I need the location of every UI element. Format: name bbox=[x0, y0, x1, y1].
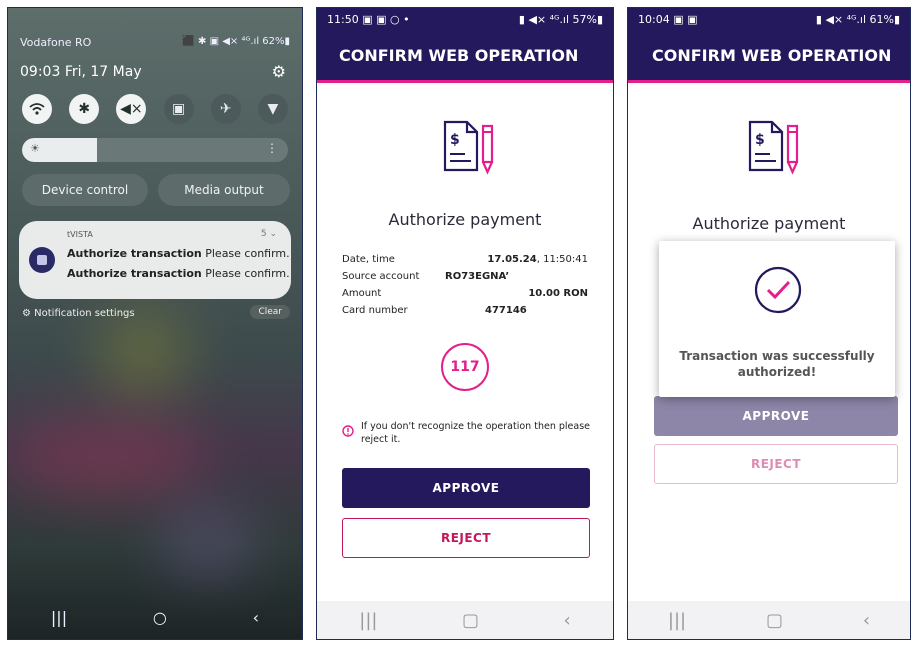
recent-apps-icon[interactable]: ||| bbox=[668, 610, 686, 631]
flashlight-icon[interactable]: ▼ bbox=[257, 94, 288, 124]
back-icon[interactable]: ‹ bbox=[863, 610, 870, 631]
page-title: Authorize payment bbox=[692, 214, 846, 233]
detail-label: Card number bbox=[342, 305, 408, 316]
success-dialog: Transaction was successfully authorized! bbox=[659, 241, 895, 397]
detail-value-suffix: , 11:50:41 bbox=[536, 254, 588, 265]
status-icons: ▮ ◀× ⁴ᴳ.ıl 57%▮ bbox=[518, 12, 603, 26]
clock-time: 09:03 bbox=[20, 64, 61, 80]
page-header: CONFIRM WEB OPERATION bbox=[628, 30, 910, 80]
settings-gear-icon[interactable]: ⚙ bbox=[272, 62, 286, 81]
notification-line-2-title: Authorize transaction bbox=[67, 267, 202, 280]
detail-label: Amount bbox=[342, 288, 382, 299]
detail-label: Source account bbox=[342, 271, 420, 282]
detail-label: Date, time bbox=[342, 254, 395, 265]
clear-button[interactable]: Clear bbox=[250, 305, 290, 319]
detail-row-amount: Amount 10.00 RON bbox=[342, 288, 588, 304]
carrier-label: Vodafone RO bbox=[20, 36, 92, 49]
reject-button[interactable]: REJECT bbox=[342, 518, 590, 558]
status-bar: 11:50 ▣ ▣ ○ • ▮ ◀× ⁴ᴳ.ıl 57%▮ bbox=[317, 8, 613, 30]
detail-row-source-account: Source account RO73EGNA’ bbox=[342, 271, 588, 287]
info-warning-icon bbox=[342, 422, 356, 437]
tvista-app-icon bbox=[29, 247, 55, 273]
warning-text: If you don't recognize the operation the… bbox=[361, 421, 590, 445]
notification-line-2: Authorize transaction Please confirm. bbox=[67, 267, 290, 280]
notification-settings-link[interactable]: ⚙ Notification settings bbox=[22, 308, 135, 319]
home-icon[interactable]: ○ bbox=[153, 608, 167, 627]
recent-apps-icon[interactable]: ||| bbox=[51, 608, 67, 627]
transaction-success-screen: 10:04 ▣ ▣ ▮ ◀× ⁴ᴳ.ıl 61%▮ CONFIRM WEB OP… bbox=[627, 7, 911, 640]
brightness-slider[interactable]: ☀ ⋮ bbox=[22, 138, 288, 162]
notification-shade-screen: Vodafone RO ⬛ ✱ ▣ ◀× ⁴ᴳ.ıl 62%▮ 09:03 Fr… bbox=[7, 7, 303, 640]
svg-text:$: $ bbox=[450, 132, 460, 148]
clock-date: 09:03 Fri, 17 May bbox=[20, 64, 142, 80]
home-icon[interactable]: ▢ bbox=[766, 610, 783, 631]
wallpaper-blob bbox=[98, 308, 188, 398]
detail-value: 17.05.24, 11:50:41 bbox=[487, 254, 588, 265]
recent-apps-icon[interactable]: ||| bbox=[359, 610, 377, 631]
detail-value-bold: 17.05.24 bbox=[487, 254, 537, 265]
status-time: 10:04 ▣ ▣ bbox=[638, 13, 698, 26]
expand-chevron-icon[interactable]: ⌄ bbox=[269, 229, 277, 239]
header-accent-line bbox=[628, 80, 910, 83]
success-message: Transaction was successfully authorized! bbox=[679, 349, 875, 380]
header-accent-line bbox=[317, 80, 613, 83]
status-icons: ▮ ◀× ⁴ᴳ.ıl 61%▮ bbox=[815, 12, 900, 26]
navigation-bar: ||| ○ ‹ bbox=[8, 595, 302, 639]
checkmark-circle-icon bbox=[753, 265, 803, 319]
notification-count-number: 5 bbox=[260, 229, 267, 239]
notification-line-1: Authorize transaction Please confirm. bbox=[67, 247, 290, 260]
wifi-toggle-icon[interactable] bbox=[22, 94, 52, 124]
notification-settings-gear-icon: ⚙ bbox=[22, 308, 31, 319]
reject-button[interactable]: REJECT bbox=[654, 444, 898, 484]
status-time: 11:50 ▣ ▣ ○ • bbox=[327, 13, 410, 26]
detail-value: RO73EGNA’ bbox=[445, 271, 510, 282]
mute-toggle-icon[interactable]: ◀× bbox=[116, 94, 147, 124]
notification-count: 5 ⌄ bbox=[261, 229, 277, 239]
wallpaper-blob bbox=[8, 418, 208, 498]
notification-settings-label: Notification settings bbox=[34, 308, 135, 319]
status-notification-icons: ▣ ▣ ○ • bbox=[362, 12, 410, 26]
screen-lock-toggle-icon[interactable]: ▣ bbox=[163, 94, 194, 124]
bluetooth-toggle-icon[interactable]: ✱ bbox=[69, 94, 100, 124]
detail-value: 477146 bbox=[485, 305, 527, 316]
status-bar: 10:04 ▣ ▣ ▮ ◀× ⁴ᴳ.ıl 61%▮ bbox=[628, 8, 910, 30]
confirm-operation-screen: 11:50 ▣ ▣ ○ • ▮ ◀× ⁴ᴳ.ıl 57%▮ CONFIRM WE… bbox=[316, 7, 614, 640]
notification-app-name: tVISTA bbox=[67, 230, 93, 239]
navigation-bar: ||| ▢ ‹ bbox=[317, 601, 613, 639]
notification-line-1-text: Please confirm. bbox=[201, 247, 290, 260]
back-icon[interactable]: ‹ bbox=[253, 608, 259, 627]
detail-value: 10.00 RON bbox=[528, 288, 588, 299]
countdown-timer: 117 bbox=[441, 343, 489, 391]
status-icons: ⬛ ✱ ▣ ◀× ⁴ᴳ.ıl 62%▮ bbox=[182, 36, 290, 47]
detail-row-date: Date, time 17.05.24, 11:50:41 bbox=[342, 254, 588, 270]
airplane-mode-icon[interactable]: ✈ bbox=[210, 94, 241, 124]
home-icon[interactable]: ▢ bbox=[462, 610, 479, 631]
date-label: Fri, 17 May bbox=[64, 64, 142, 80]
document-pen-icon: $ bbox=[746, 118, 806, 180]
approve-button[interactable]: APPROVE bbox=[342, 468, 590, 508]
quick-settings-row: ✱ ◀× ▣ ✈ ▼ bbox=[22, 94, 288, 124]
notification-line-1-title: Authorize transaction bbox=[67, 247, 202, 260]
status-time-value: 11:50 bbox=[327, 12, 359, 26]
brightness-sun-icon: ☀ bbox=[30, 142, 40, 155]
approve-button[interactable]: APPROVE bbox=[654, 396, 898, 436]
document-pen-icon: $ bbox=[441, 118, 501, 180]
media-output-button[interactable]: Media output bbox=[158, 174, 290, 206]
notification-card[interactable]: tVISTA 5 ⌄ Authorize transaction Please … bbox=[19, 221, 291, 299]
detail-row-card-number: Card number 477146 bbox=[342, 305, 588, 321]
device-control-button[interactable]: Device control bbox=[22, 174, 148, 206]
back-icon[interactable]: ‹ bbox=[564, 610, 571, 631]
page-header: CONFIRM WEB OPERATION bbox=[317, 30, 613, 80]
status-time-value: 10:04 bbox=[638, 12, 670, 26]
wallpaper-blob bbox=[158, 508, 258, 578]
more-options-icon[interactable]: ⋮ bbox=[266, 141, 278, 155]
navigation-bar: ||| ▢ ‹ bbox=[628, 601, 910, 639]
notification-line-2-text: Please confirm. bbox=[201, 267, 290, 280]
svg-text:$: $ bbox=[755, 132, 765, 148]
page-title: Authorize payment bbox=[388, 210, 542, 229]
status-notification-icons: ▣ ▣ bbox=[673, 12, 698, 26]
